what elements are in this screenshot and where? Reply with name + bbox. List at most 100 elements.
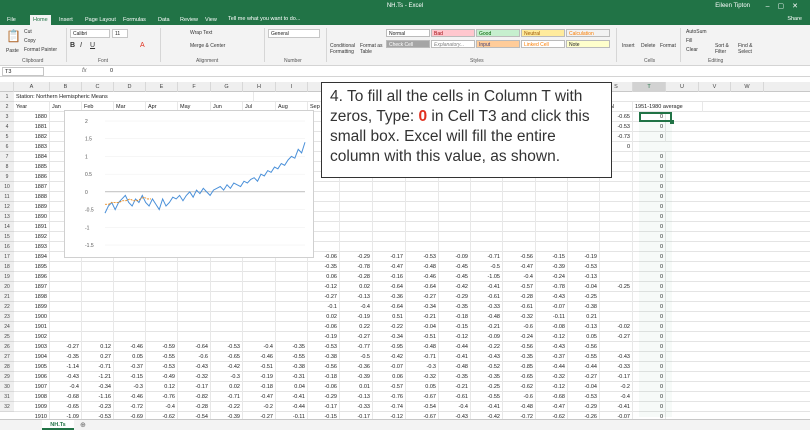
cell[interactable]: -0.04: [568, 382, 600, 392]
cell[interactable]: 0: [633, 252, 666, 262]
row-header[interactable]: 31: [0, 392, 14, 402]
cell[interactable]: -0.15: [536, 252, 568, 262]
cell[interactable]: [600, 312, 633, 322]
cell[interactable]: -0.22: [373, 322, 406, 332]
row-header[interactable]: 4: [0, 122, 14, 132]
style-normal[interactable]: Normal: [386, 29, 430, 37]
cell[interactable]: 0: [633, 332, 666, 342]
cell[interactable]: [373, 222, 406, 232]
cell[interactable]: [471, 242, 503, 252]
sort-filter-button[interactable]: Sort & Filter: [715, 43, 735, 55]
cell[interactable]: -0.27: [568, 372, 600, 382]
copy-button[interactable]: Copy: [24, 38, 36, 44]
cell[interactable]: [340, 202, 373, 212]
cell[interactable]: -0.71: [211, 392, 243, 402]
cell[interactable]: -0.67: [406, 412, 439, 419]
cell[interactable]: [211, 322, 243, 332]
cell[interactable]: -0.54: [178, 412, 211, 419]
cell[interactable]: [406, 202, 439, 212]
cell[interactable]: -0.13: [340, 292, 373, 302]
cell[interactable]: -0.39: [340, 372, 373, 382]
cell[interactable]: -0.4: [600, 392, 633, 402]
column-header-b[interactable]: B: [50, 82, 82, 92]
cell[interactable]: -0.43: [471, 352, 503, 362]
cell[interactable]: -0.5: [471, 262, 503, 272]
cell[interactable]: 0: [633, 222, 666, 232]
cell[interactable]: -0.61: [503, 302, 536, 312]
column-header-d[interactable]: D: [114, 82, 146, 92]
tab-review[interactable]: Review: [177, 15, 201, 25]
cell[interactable]: -0.64: [406, 282, 439, 292]
row-header[interactable]: 1: [0, 92, 14, 102]
cell[interactable]: -0.13: [568, 322, 600, 332]
cell[interactable]: [340, 232, 373, 242]
row-header[interactable]: 10: [0, 182, 14, 192]
cell[interactable]: -0.26: [568, 412, 600, 419]
cell[interactable]: -0.34: [82, 382, 114, 392]
paste-icon[interactable]: 📋: [6, 29, 21, 43]
cell[interactable]: 0.51: [373, 312, 406, 322]
cell[interactable]: 1901: [14, 322, 50, 332]
cell[interactable]: -0.31: [276, 372, 308, 382]
cell[interactable]: [568, 192, 600, 202]
cell[interactable]: -0.07: [373, 362, 406, 372]
cell[interactable]: 0.22: [340, 322, 373, 332]
cell[interactable]: [243, 332, 276, 342]
cell[interactable]: -0.47: [373, 262, 406, 272]
cell[interactable]: -0.3: [211, 372, 243, 382]
cell[interactable]: 0: [633, 192, 666, 202]
insert-cells-button[interactable]: Insert: [622, 43, 635, 49]
cell[interactable]: -0.28: [340, 272, 373, 282]
cell[interactable]: -0.35: [439, 372, 471, 382]
cell[interactable]: [114, 302, 146, 312]
cell[interactable]: -0.42: [373, 352, 406, 362]
cell[interactable]: [536, 192, 568, 202]
cell[interactable]: -0.09: [439, 252, 471, 262]
cell[interactable]: -0.57: [373, 382, 406, 392]
clear-button[interactable]: Clear: [686, 47, 698, 53]
find-select-button[interactable]: Find & Select: [738, 43, 758, 55]
cell[interactable]: -0.45: [439, 272, 471, 282]
cell[interactable]: [50, 262, 82, 272]
sheet-tab[interactable]: NH.Ts: [42, 420, 74, 430]
name-box[interactable]: T3: [2, 67, 44, 76]
cell[interactable]: [600, 252, 633, 262]
cell[interactable]: -0.33: [471, 302, 503, 312]
cell[interactable]: [243, 272, 276, 282]
row-header[interactable]: 18: [0, 262, 14, 272]
cell[interactable]: -0.48: [471, 312, 503, 322]
cell[interactable]: -0.78: [536, 282, 568, 292]
column-header-e[interactable]: E: [146, 82, 178, 92]
cell[interactable]: [439, 182, 471, 192]
underline-button[interactable]: U: [90, 42, 95, 49]
cell[interactable]: [439, 242, 471, 252]
cell[interactable]: -0.17: [600, 372, 633, 382]
cell[interactable]: [50, 312, 82, 322]
cell[interactable]: [276, 292, 308, 302]
cell[interactable]: -0.74: [373, 402, 406, 412]
add-sheet-icon[interactable]: ⊕: [80, 421, 86, 429]
cell[interactable]: -0.35: [503, 352, 536, 362]
select-all-corner[interactable]: [0, 82, 14, 92]
format-painter-button[interactable]: Format Painter: [24, 47, 57, 53]
cell[interactable]: 0: [633, 172, 666, 182]
cell[interactable]: -0.12: [536, 332, 568, 342]
cell[interactable]: -0.1: [308, 302, 340, 312]
paste-button[interactable]: Paste: [6, 48, 19, 54]
cell[interactable]: -0.71: [471, 252, 503, 262]
cell[interactable]: [439, 192, 471, 202]
cell[interactable]: -0.15: [439, 322, 471, 332]
cell[interactable]: 1905: [14, 362, 50, 372]
cell[interactable]: -0.4: [503, 272, 536, 282]
cell[interactable]: [146, 282, 178, 292]
cell[interactable]: -0.15: [114, 372, 146, 382]
cell[interactable]: [471, 202, 503, 212]
cell[interactable]: 0.06: [373, 372, 406, 382]
cell[interactable]: 0.27: [82, 352, 114, 362]
row-header[interactable]: 9: [0, 172, 14, 182]
cell[interactable]: -0.2: [243, 402, 276, 412]
cell[interactable]: 1899: [14, 302, 50, 312]
cell[interactable]: -0.27: [340, 332, 373, 342]
cell[interactable]: -0.21: [471, 322, 503, 332]
cell[interactable]: -0.4: [146, 402, 178, 412]
